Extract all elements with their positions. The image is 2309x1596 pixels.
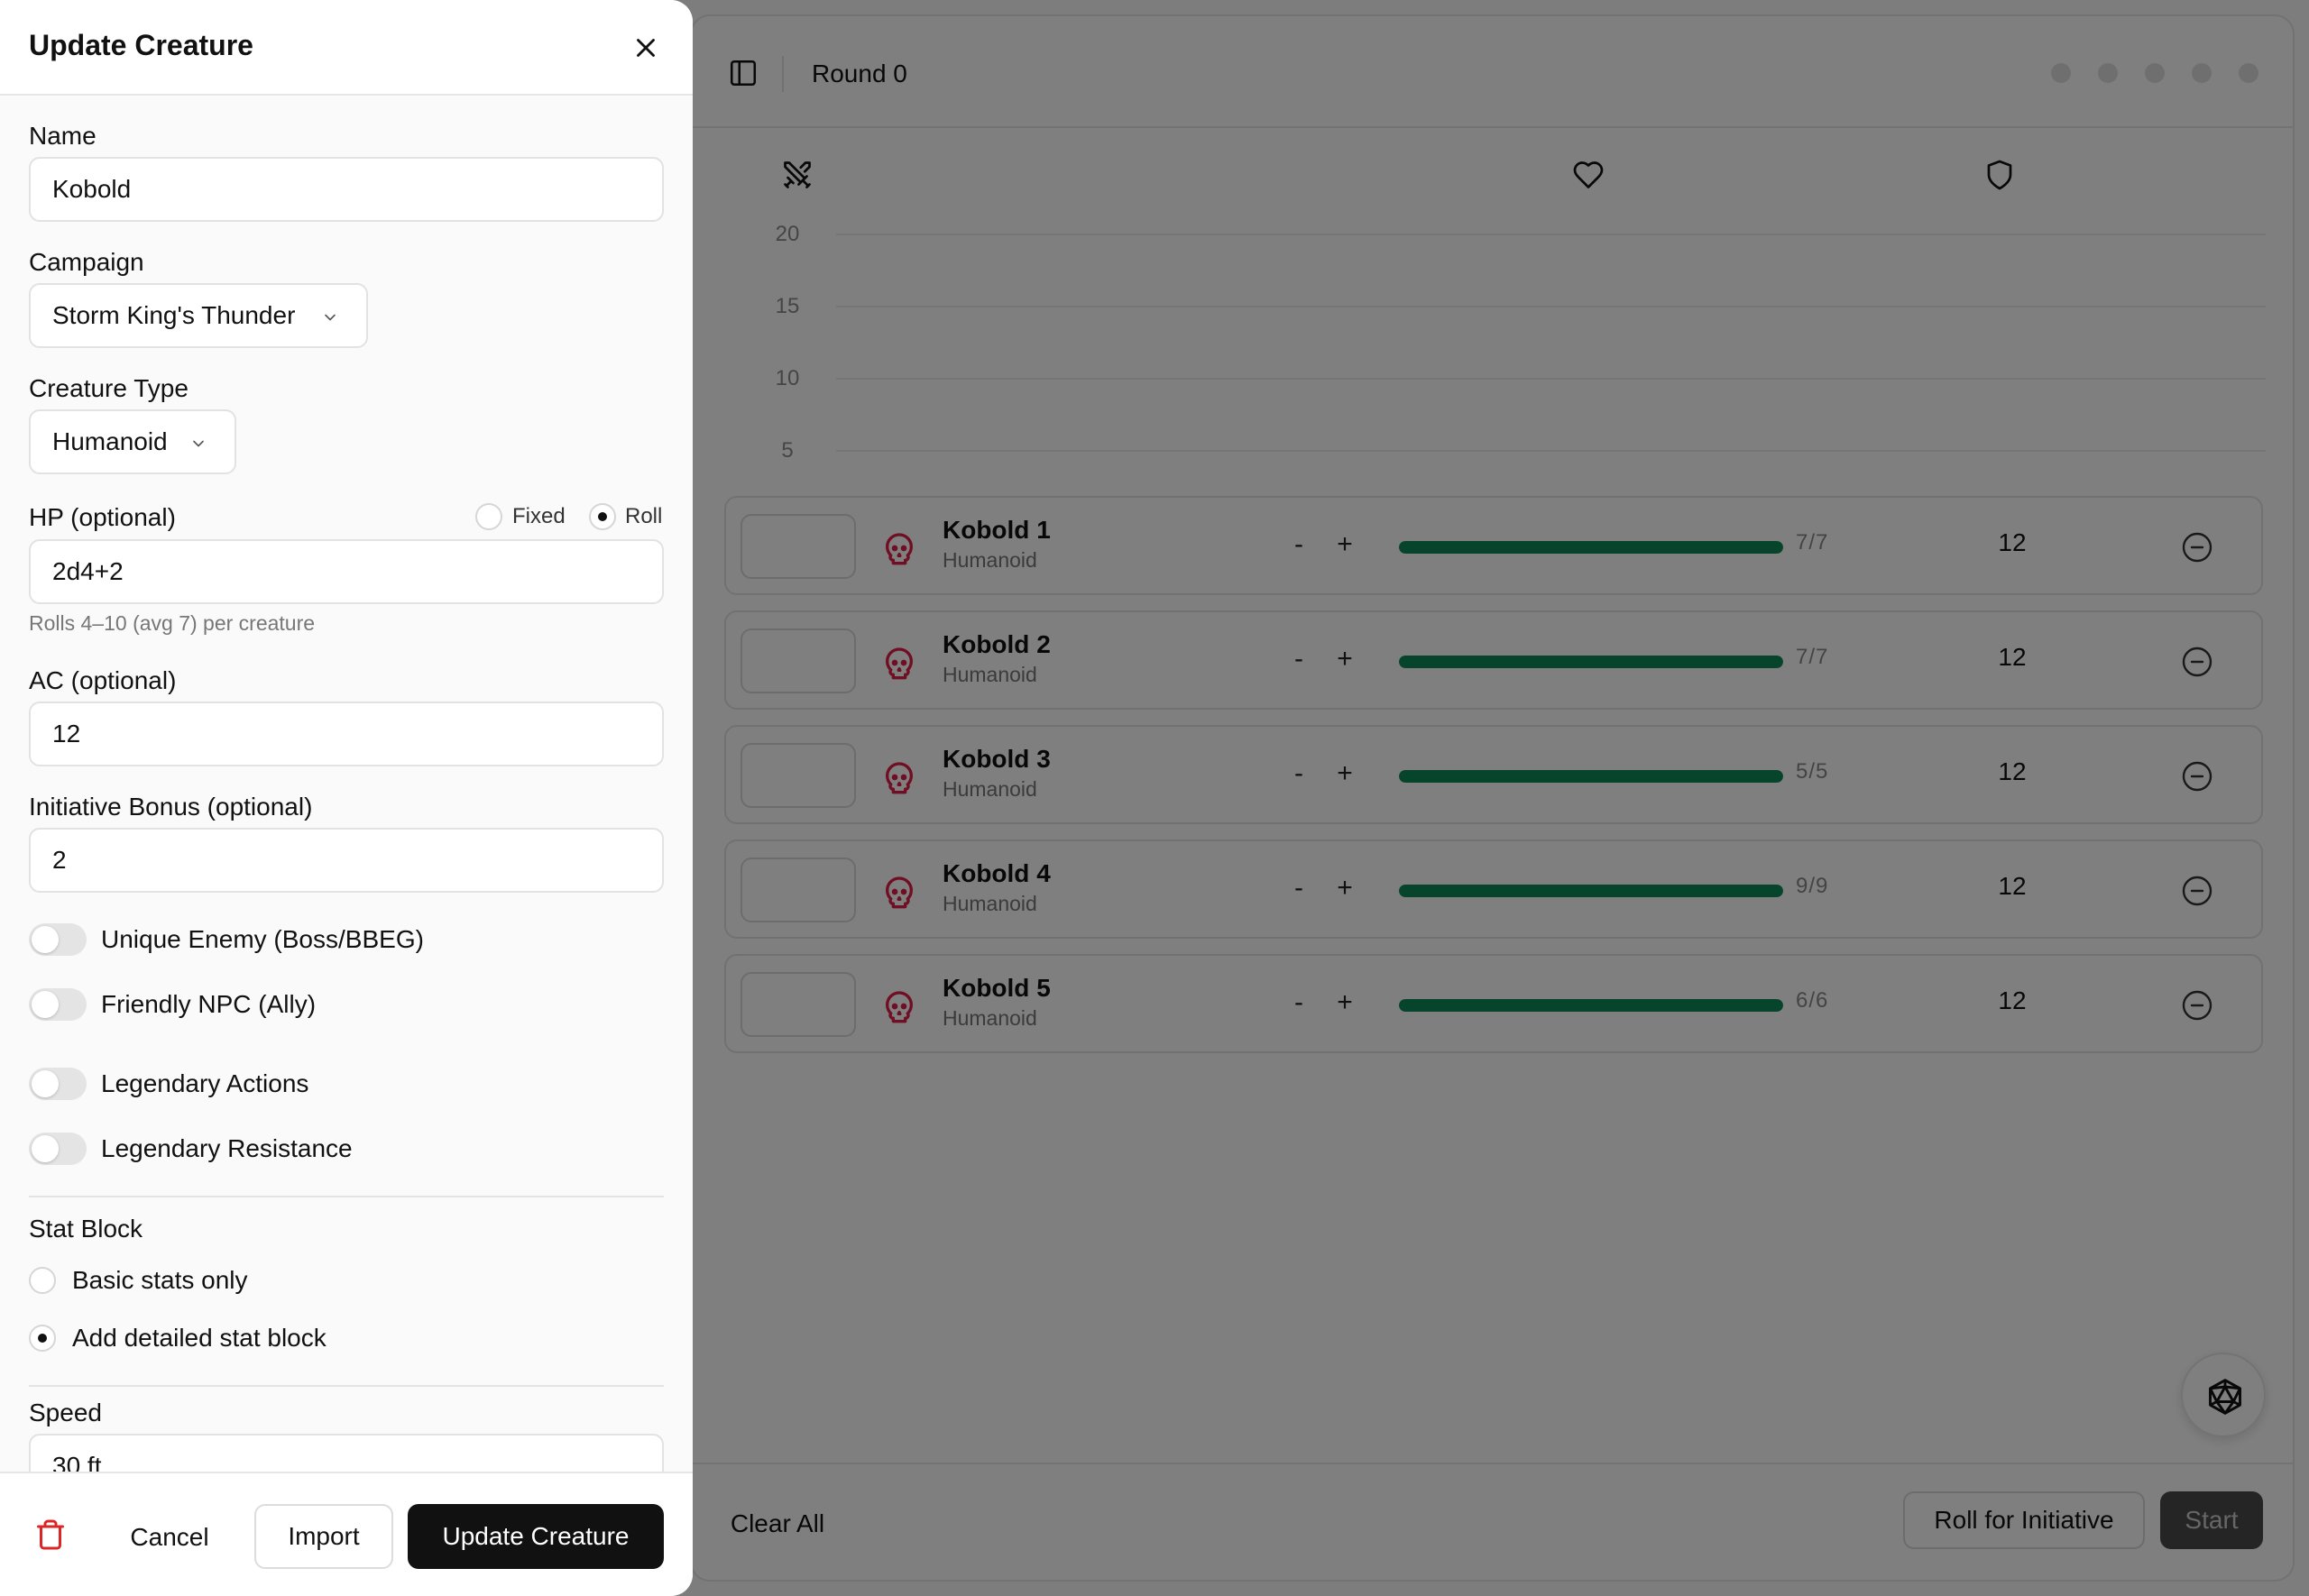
close-icon[interactable]: [630, 32, 661, 63]
initiative-bonus-label: Initiative Bonus (optional): [29, 793, 313, 821]
hp-fixed-label: Fixed: [512, 504, 566, 528]
update-creature-button[interactable]: Update Creature: [408, 1504, 664, 1569]
section-divider: [29, 1196, 664, 1197]
drawer-header: Update Creature: [0, 0, 693, 96]
ac-input[interactable]: 12: [29, 702, 664, 766]
basic-stats-label: Basic stats only: [72, 1266, 248, 1294]
creature-type-label: Creature Type: [29, 374, 189, 402]
hp-fixed-radio[interactable]: [475, 503, 502, 530]
drawer-title: Update Creature: [29, 29, 253, 61]
hp-roll-label: Roll: [625, 504, 663, 528]
chevron-down-icon: [193, 440, 204, 447]
name-input[interactable]: Kobold: [29, 157, 664, 222]
campaign-select-value: Storm King's Thunder: [52, 301, 296, 329]
campaign-label: Campaign: [29, 248, 144, 276]
legendary-actions-toggle[interactable]: [29, 1068, 87, 1100]
drawer-footer: Cancel Import Update Creature: [0, 1472, 693, 1596]
chevron-down-icon: [325, 314, 336, 321]
creature-type-select[interactable]: Humanoid: [29, 409, 236, 474]
creature-type-select-value: Humanoid: [52, 427, 168, 455]
friendly-npc-toggle[interactable]: [29, 988, 87, 1021]
initiative-bonus-input[interactable]: 2: [29, 828, 664, 893]
legendary-resistance-toggle[interactable]: [29, 1133, 87, 1165]
detailed-stats-label: Add detailed stat block: [72, 1324, 327, 1352]
hp-input[interactable]: 2d4+2: [29, 539, 664, 604]
import-button[interactable]: Import: [254, 1504, 393, 1569]
speed-label: Speed: [29, 1399, 102, 1426]
campaign-select[interactable]: Storm King's Thunder: [29, 283, 368, 348]
basic-stats-radio[interactable]: [29, 1267, 56, 1294]
ac-label: AC (optional): [29, 666, 177, 694]
unique-enemy-label: Unique Enemy (Boss/BBEG): [101, 925, 424, 953]
name-label: Name: [29, 122, 97, 150]
section-divider: [29, 1385, 664, 1387]
detailed-stats-radio[interactable]: [29, 1325, 56, 1352]
legendary-actions-label: Legendary Actions: [101, 1069, 309, 1097]
update-creature-drawer: Update Creature Name Kobold Campaign Sto…: [0, 0, 693, 1596]
hp-label: HP (optional): [29, 503, 176, 531]
friendly-npc-label: Friendly NPC (Ally): [101, 990, 317, 1018]
cancel-button[interactable]: Cancel: [108, 1506, 231, 1569]
hp-roll-radio[interactable]: [589, 503, 616, 530]
stat-block-label: Stat Block: [29, 1215, 143, 1243]
unique-enemy-toggle[interactable]: [29, 923, 87, 956]
hp-helper-text: Rolls 4–10 (avg 7) per creature: [29, 611, 316, 635]
legendary-resistance-label: Legendary Resistance: [101, 1134, 353, 1162]
trash-icon[interactable]: [34, 1518, 67, 1551]
